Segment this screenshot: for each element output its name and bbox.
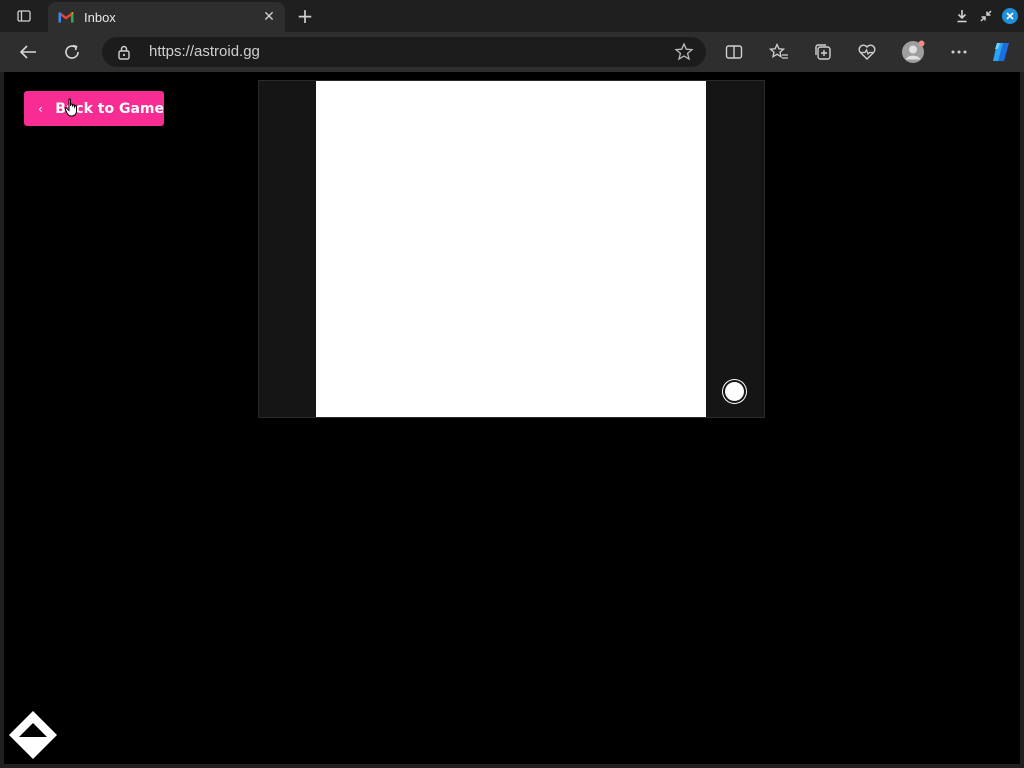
refresh-icon (65, 44, 79, 59)
refresh-button[interactable] (58, 38, 86, 66)
restore-icon[interactable] (978, 6, 994, 26)
arrow-left-icon (19, 45, 36, 59)
hand-cursor-icon (64, 98, 77, 117)
chevron-left-icon: ‹ (38, 101, 43, 116)
tab-title: Inbox (84, 9, 116, 25)
back-nav-button[interactable] (14, 38, 42, 66)
collections-icon (815, 44, 831, 60)
close-window-button[interactable] (1002, 6, 1018, 26)
back-to-game-button[interactable]: ‹ Back to Game (24, 91, 164, 126)
tab-close-icon[interactable]: ✕ (259, 7, 279, 27)
split-screen-button[interactable] (720, 38, 748, 66)
collections-button[interactable] (809, 38, 837, 66)
browser-window: Inbox ✕ + https://astroid.gg ‹ Back to G… (0, 0, 1024, 768)
split-screen-icon (725, 45, 743, 59)
more-menu-button[interactable] (945, 38, 973, 66)
url-text: https://astroid.gg (149, 43, 260, 60)
close-icon (1002, 8, 1018, 24)
address-bar[interactable]: https://astroid.gg (102, 37, 706, 67)
browser-toolbar: https://astroid.gg (0, 32, 1024, 72)
tab-inbox[interactable]: Inbox ✕ (48, 2, 285, 32)
tab-strip: Inbox ✕ + (0, 0, 1024, 32)
lock-icon[interactable] (116, 44, 132, 60)
download-icon[interactable] (954, 6, 970, 26)
game-canvas[interactable] (316, 81, 706, 417)
tab-actions-icon (17, 10, 31, 22)
profile-button[interactable] (899, 38, 927, 66)
window-controls (954, 6, 1018, 26)
record-button[interactable] (725, 382, 744, 401)
heart-pulse-icon (858, 44, 876, 60)
astroid-logo-icon[interactable] (7, 709, 59, 761)
browser-essentials-button[interactable] (853, 38, 881, 66)
gmail-icon (58, 9, 74, 25)
page-viewport: ‹ Back to Game (4, 72, 1020, 764)
ellipsis-icon (951, 50, 967, 54)
avatar (902, 40, 925, 63)
tab-actions-button[interactable] (10, 6, 38, 26)
copilot-button[interactable] (987, 38, 1015, 66)
copilot-icon (993, 43, 1009, 61)
game-frame (258, 80, 765, 418)
new-tab-button[interactable]: + (294, 4, 316, 28)
favorites-icon (769, 43, 788, 59)
favorites-button[interactable] (765, 38, 793, 66)
favorite-star-icon[interactable] (674, 42, 694, 62)
